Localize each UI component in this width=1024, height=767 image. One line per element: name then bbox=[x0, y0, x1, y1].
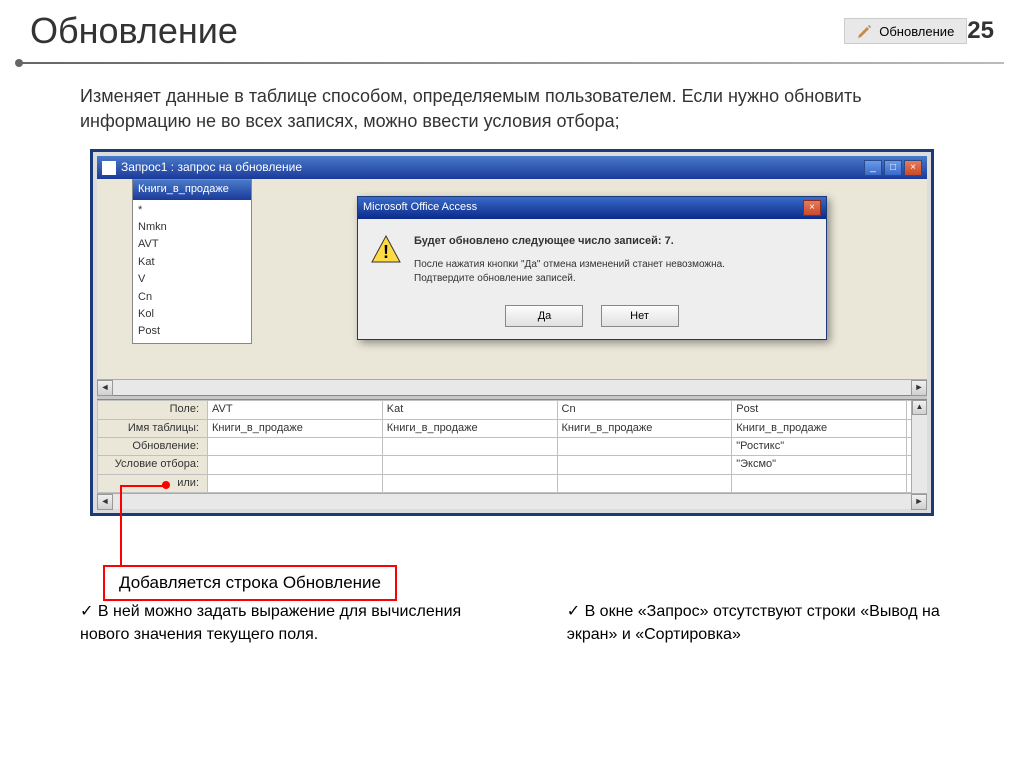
query-window-titlebar[interactable]: Запрос1 : запрос на обновление _ □ × bbox=[97, 156, 927, 179]
dialog-line1: После нажатия кнопки "Да" отмена изменен… bbox=[414, 258, 725, 272]
vscrollbar-grid[interactable]: ▲ bbox=[911, 400, 927, 493]
yes-button[interactable]: Да bbox=[505, 305, 583, 327]
field-item[interactable]: Cn bbox=[135, 289, 249, 306]
callout-connector bbox=[120, 485, 166, 565]
grid-cell[interactable] bbox=[557, 474, 732, 492]
dialog-titlebar[interactable]: Microsoft Office Access × bbox=[358, 197, 826, 219]
field-item[interactable]: * bbox=[135, 202, 249, 219]
grid-cell[interactable]: Книги_в_продаже bbox=[382, 419, 557, 437]
no-button[interactable]: Нет bbox=[601, 305, 679, 327]
field-item[interactable]: Post bbox=[135, 323, 249, 340]
grid-cell[interactable]: AVT bbox=[208, 401, 383, 419]
row-label-criteria: Условие отбора: bbox=[98, 456, 208, 474]
grid-cell[interactable] bbox=[382, 456, 557, 474]
grid-cell[interactable]: "Эксмо" bbox=[732, 456, 907, 474]
query-window-title: Запрос1 : запрос на обновление bbox=[121, 159, 302, 176]
scroll-left-icon[interactable]: ◄ bbox=[97, 494, 113, 510]
callout-label: Добавляется строка Обновление bbox=[103, 565, 397, 601]
field-item[interactable]: Nmkn bbox=[135, 219, 249, 236]
header-divider bbox=[20, 62, 1004, 64]
warning-icon: ! bbox=[370, 234, 402, 266]
update-button-label: Обновление bbox=[879, 24, 954, 39]
field-item[interactable]: Kol bbox=[135, 306, 249, 323]
close-button[interactable]: × bbox=[904, 160, 922, 176]
row-label-table: Имя таблицы: bbox=[98, 419, 208, 437]
minimize-button[interactable]: _ bbox=[864, 160, 882, 176]
query-design-window: Запрос1 : запрос на обновление _ □ × Кни… bbox=[97, 156, 927, 509]
grid-cell[interactable] bbox=[557, 456, 732, 474]
hscrollbar-upper[interactable]: ◄ ► bbox=[97, 379, 927, 395]
svg-text:!: ! bbox=[383, 242, 389, 262]
dialog-close-button[interactable]: × bbox=[803, 200, 821, 216]
grid-cell[interactable] bbox=[208, 437, 383, 455]
table-fieldlist[interactable]: Книги_в_продаже * Nmkn AVT Kat V Cn Kol … bbox=[132, 179, 252, 344]
dialog-heading: Будет обновлено следующее число записей:… bbox=[414, 234, 725, 249]
grid-cell[interactable]: Cn bbox=[557, 401, 732, 419]
grid-cell[interactable] bbox=[208, 474, 383, 492]
field-item[interactable]: Kat bbox=[135, 254, 249, 271]
grid-cell[interactable] bbox=[382, 437, 557, 455]
grid-cell[interactable]: Книги_в_продаже bbox=[732, 419, 907, 437]
dialog-line2: Подтвердите обновление записей. bbox=[414, 272, 725, 286]
query-window-icon bbox=[102, 161, 116, 175]
update-toolbar-button[interactable]: Обновление bbox=[844, 18, 967, 44]
description-text: Изменяет данные в таблице способом, опре… bbox=[80, 84, 944, 134]
query-diagram-pane[interactable]: Книги_в_продаже * Nmkn AVT Kat V Cn Kol … bbox=[97, 179, 927, 379]
grid-cell[interactable]: Post bbox=[732, 401, 907, 419]
field-item[interactable]: V bbox=[135, 271, 249, 288]
scroll-right-icon[interactable]: ► bbox=[911, 494, 927, 510]
row-label-update: Обновление: bbox=[98, 437, 208, 455]
table-name: Книги_в_продаже bbox=[133, 180, 251, 199]
grid-cell[interactable]: Книги_в_продаже bbox=[208, 419, 383, 437]
confirm-dialog: Microsoft Office Access × ! Будет обновл… bbox=[357, 196, 827, 339]
scroll-up-icon[interactable]: ▲ bbox=[912, 400, 927, 415]
scroll-left-icon[interactable]: ◄ bbox=[97, 380, 113, 396]
row-label-field: Поле: bbox=[98, 401, 208, 419]
pencil-update-icon bbox=[857, 23, 873, 39]
field-item[interactable]: AVT bbox=[135, 236, 249, 253]
bullet-right: В окне «Запрос» отсутствуют строки «Выво… bbox=[567, 601, 944, 646]
grid-cell[interactable]: Книги_в_продаже bbox=[557, 419, 732, 437]
bullet-left: В ней можно задать выражение для вычисле… bbox=[80, 601, 507, 646]
page-number: 25 bbox=[967, 17, 994, 45]
grid-cell[interactable]: Kat bbox=[382, 401, 557, 419]
field-list[interactable]: * Nmkn AVT Kat V Cn Kol Post bbox=[133, 200, 251, 343]
grid-cell[interactable]: "Ростикс" bbox=[732, 437, 907, 455]
grid-cell[interactable] bbox=[208, 456, 383, 474]
dialog-title-text: Microsoft Office Access bbox=[363, 200, 477, 215]
grid-cell[interactable] bbox=[557, 437, 732, 455]
maximize-button[interactable]: □ bbox=[884, 160, 902, 176]
hscrollbar-grid[interactable]: ◄ ► bbox=[97, 493, 927, 509]
slide-title: Обновление bbox=[30, 10, 764, 52]
grid-cell[interactable] bbox=[382, 474, 557, 492]
screenshot-frame: Запрос1 : запрос на обновление _ □ × Кни… bbox=[90, 149, 934, 516]
query-grid[interactable]: Поле: AVT Kat Cn Post Имя таблицы: Книги… bbox=[97, 400, 927, 493]
scroll-right-icon[interactable]: ► bbox=[911, 380, 927, 396]
grid-cell[interactable] bbox=[732, 474, 907, 492]
